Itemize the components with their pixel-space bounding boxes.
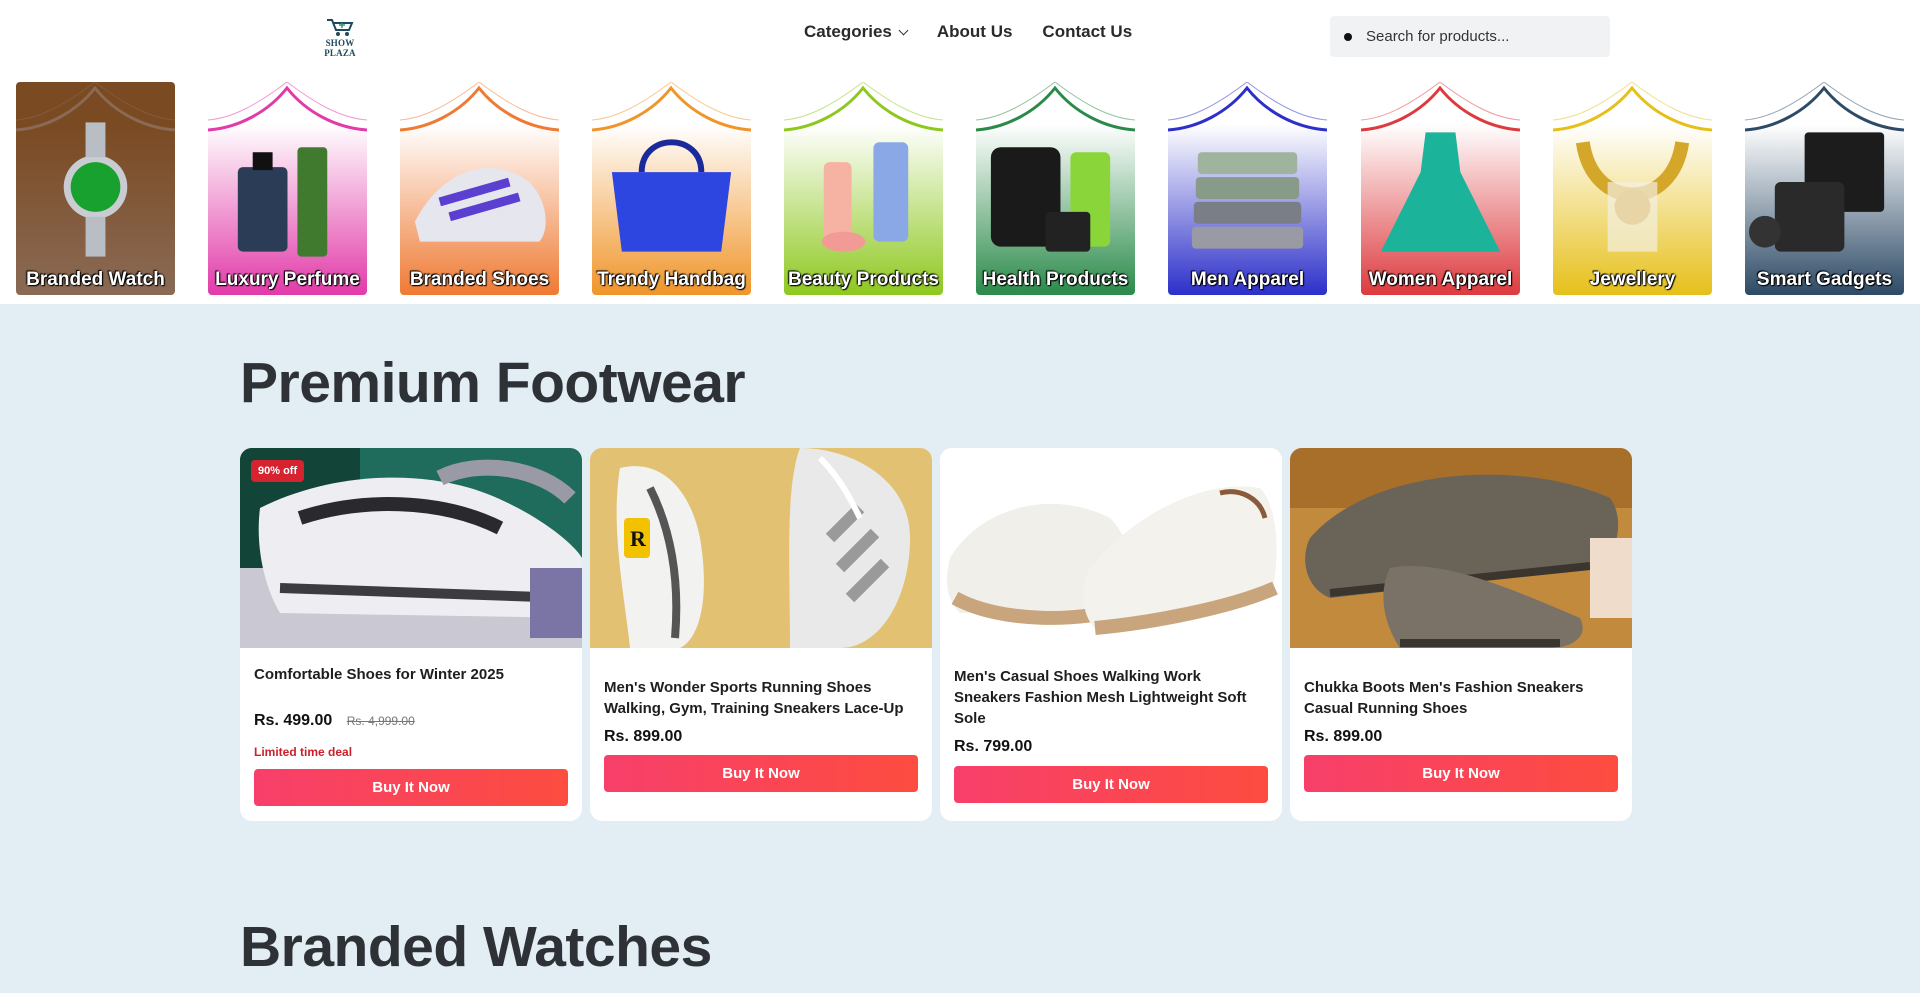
category-tile[interactable]: Jewellery <box>1553 82 1712 295</box>
product-name[interactable]: Men's Wonder Sports Running Shoes Walkin… <box>604 677 918 719</box>
buy-now-button[interactable]: Buy It Now <box>254 769 568 806</box>
watch-icon <box>63 122 128 257</box>
price-current: Rs. 899.00 <box>1304 728 1383 745</box>
necklace-icon <box>1575 140 1690 252</box>
shirt-icon <box>1191 152 1304 249</box>
price-original: Rs. 4,999.00 <box>346 714 415 728</box>
perfume-icon <box>237 147 328 257</box>
product-card[interactable]: Chukka Boots Men's Fashion Sneakers Casu… <box>1290 448 1632 821</box>
product-price: Rs. 899.00 <box>1304 728 1382 746</box>
handbag-icon <box>611 139 732 252</box>
buy-now-button[interactable]: Buy It Now <box>604 755 918 792</box>
category-label: Luxury Perfume <box>215 269 360 290</box>
category-tile[interactable]: Health Products <box>976 82 1135 295</box>
site-header: SHOW PLAZA Categories About Us Contact U… <box>0 0 1920 72</box>
category-label: Smart Gadgets <box>1756 269 1893 290</box>
category-label: Branded Watch <box>26 269 165 290</box>
chevron-down-icon <box>898 25 909 35</box>
nav-categories[interactable]: Categories <box>804 22 909 42</box>
search-icon <box>1344 32 1352 41</box>
buy-now-button[interactable]: Buy It Now <box>1304 755 1618 792</box>
product-name[interactable]: Men's Casual Shoes Walking Work Sneakers… <box>954 666 1268 729</box>
category-label: Women Apparel <box>1368 269 1513 290</box>
search-input[interactable] <box>1366 28 1586 45</box>
dress-icon <box>1380 132 1501 252</box>
category-label: Men Apparel <box>1190 269 1305 290</box>
deal-label: Limited time deal <box>254 745 353 759</box>
category-label: Trendy Handbag <box>597 269 746 290</box>
supplement-icon <box>990 147 1111 252</box>
section-title-watches: Branded Watches <box>240 915 712 979</box>
category-tile[interactable]: Smart Gadgets <box>1745 82 1904 295</box>
section-title-footwear: Premium Footwear <box>240 351 746 415</box>
price-current: Rs. 499.00 <box>254 712 333 729</box>
nav-categories-label: Categories <box>804 22 892 41</box>
category-tile[interactable]: Beauty Products <box>784 82 943 295</box>
price-current: Rs. 899.00 <box>604 728 683 745</box>
category-tile[interactable]: Branded Shoes <box>400 82 559 295</box>
product-name[interactable]: Chukka Boots Men's Fashion Sneakers Casu… <box>1304 677 1618 719</box>
product-image[interactable]: R <box>590 448 932 648</box>
cart-icon <box>327 19 354 36</box>
discount-badge: 90% off <box>251 460 305 482</box>
site-logo[interactable]: SHOW PLAZA <box>310 16 370 58</box>
product-image[interactable] <box>940 448 1282 648</box>
logo-text: SHOW PLAZA <box>324 38 356 58</box>
buy-now-button[interactable]: Buy It Now <box>954 766 1268 803</box>
category-tile[interactable]: Luxury Perfume <box>208 82 367 295</box>
svg-text:R: R <box>630 526 647 551</box>
nav-about[interactable]: About Us <box>937 22 1013 42</box>
category-tile[interactable]: Branded Watch <box>16 82 175 295</box>
product-card[interactable]: 90% off Comfortable Shoes for Winter 202… <box>240 448 582 821</box>
product-image[interactable]: 90% off <box>240 448 582 648</box>
main-nav: Categories About Us Contact Us <box>804 22 1132 42</box>
category-tile[interactable]: Men Apparel <box>1168 82 1327 295</box>
category-label: Health Products <box>982 269 1129 290</box>
product-image[interactable] <box>1290 448 1632 648</box>
product-card[interactable]: R Men's Wonder Sports Running Shoes Walk… <box>590 448 932 821</box>
cosmetics-icon <box>821 142 909 252</box>
category-label: Jewellery <box>1589 269 1676 290</box>
nav-contact[interactable]: Contact Us <box>1042 22 1132 42</box>
product-price: Rs. 799.00 <box>954 738 1032 756</box>
category-strip: Branded Watch Luxury Perfume Branded Shoes… <box>0 72 1920 304</box>
gadgets-icon <box>1748 132 1885 252</box>
search-box <box>1330 16 1610 57</box>
product-card[interactable]: Men's Casual Shoes Walking Work Sneakers… <box>940 448 1282 821</box>
category-tile[interactable]: Women Apparel <box>1361 82 1520 295</box>
shoe-icon <box>414 168 546 242</box>
category-label: Branded Shoes <box>409 269 550 290</box>
product-price: Rs. 499.00 Rs. 4,999.00 <box>254 712 415 730</box>
product-price: Rs. 899.00 <box>604 728 682 746</box>
price-current: Rs. 799.00 <box>954 738 1033 755</box>
category-tile[interactable]: Trendy Handbag <box>592 82 751 295</box>
category-label: Beauty Products <box>788 269 939 290</box>
product-name[interactable]: Comfortable Shoes for Winter 2025 <box>254 664 568 685</box>
